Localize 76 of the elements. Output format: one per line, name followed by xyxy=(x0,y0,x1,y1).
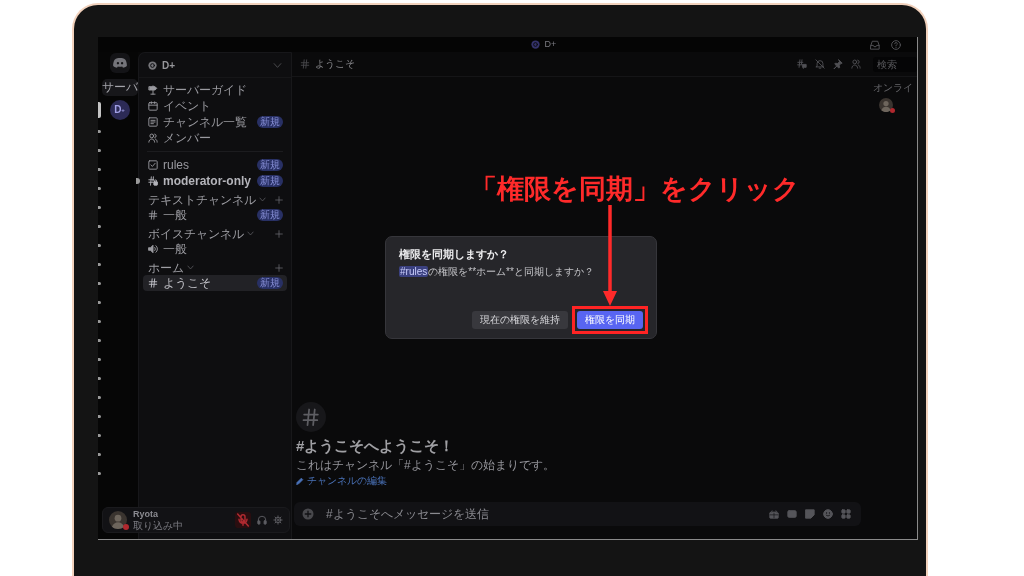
primary-button[interactable]: 権限を同期 xyxy=(577,311,643,329)
pin-icon[interactable] xyxy=(833,59,843,69)
hash-icon xyxy=(148,210,158,220)
selected-indicator xyxy=(98,102,101,118)
channel-item[interactable]: moderator-only 新規 xyxy=(143,173,287,189)
calendar-icon xyxy=(148,101,158,111)
category-header[interactable]: ボイスチャンネル xyxy=(148,226,275,241)
server-name[interactable]: D+ xyxy=(162,59,268,71)
locked-hash-icon xyxy=(148,176,158,186)
message-field[interactable]: #ようこそへメッセージを送信 xyxy=(294,502,861,526)
people-icon[interactable] xyxy=(851,59,861,69)
welcome-title: #ようこそへようこそ！ xyxy=(296,437,455,455)
dialog-message: #rulesの権限を**ホーム**と同期しますか？ xyxy=(399,265,594,279)
muted-bell-icon[interactable] xyxy=(815,59,825,69)
ring-icon xyxy=(148,60,157,70)
card-icon[interactable] xyxy=(787,509,797,519)
category-header[interactable]: ホーム xyxy=(148,260,275,275)
grid-icon[interactable] xyxy=(841,509,851,519)
user-name: Ryota xyxy=(133,508,159,520)
channel-item[interactable]: 一般 xyxy=(143,241,287,257)
user-avatar[interactable] xyxy=(109,511,127,529)
ring-icon xyxy=(530,40,540,49)
window-title: D+ xyxy=(544,39,557,50)
new-badge: 新規 xyxy=(257,116,283,128)
gift-icon[interactable] xyxy=(769,509,779,519)
new-badge: 新規 xyxy=(257,175,283,187)
new-badge: 新規 xyxy=(257,209,283,221)
add-icon[interactable] xyxy=(302,508,314,520)
muted-mic-icon[interactable] xyxy=(235,512,251,528)
controller-logo-icon[interactable] xyxy=(109,53,130,73)
list-icon xyxy=(148,117,158,127)
channel-title: ようこそ xyxy=(315,57,355,71)
headphones-icon[interactable] xyxy=(257,515,267,525)
chevron-icon[interactable] xyxy=(273,60,282,70)
secondary-button[interactable]: 現在の権限を維持 xyxy=(472,311,568,329)
new-badge: 新規 xyxy=(257,277,283,289)
sidebar-item[interactable]: メンバー xyxy=(143,130,287,146)
member-list-heading: オンライ xyxy=(873,82,913,94)
plus-icon[interactable] xyxy=(275,229,283,238)
sidebar-item[interactable]: サーバーガイド xyxy=(143,82,287,98)
checklist-icon xyxy=(148,160,158,170)
smiley-icon[interactable] xyxy=(823,509,833,519)
user-status: 取り込み中 xyxy=(133,519,184,532)
sticker-icon[interactable] xyxy=(805,509,815,519)
people-icon xyxy=(148,133,158,143)
dialog-title: 権限を同期しますか？ xyxy=(399,247,510,261)
new-badge: 新規 xyxy=(257,159,283,171)
chevron-icon xyxy=(187,264,194,271)
welcome-subtitle: これはチャンネル「#ようこそ」の始まりです。 xyxy=(296,458,555,472)
channel-mention[interactable]: #rules xyxy=(399,266,429,277)
category-header[interactable]: テキストチャンネル xyxy=(148,192,275,207)
help-icon[interactable] xyxy=(891,39,901,50)
plus-icon[interactable] xyxy=(275,195,283,204)
hash-icon xyxy=(300,59,310,69)
sidebar-item[interactable]: チャンネル一覧 新規 xyxy=(143,114,287,130)
inbox-icon[interactable] xyxy=(870,39,880,50)
pencil-icon xyxy=(296,476,304,485)
channel-item[interactable]: 一般 新規 xyxy=(143,207,287,223)
chevron-icon xyxy=(259,196,266,203)
chevron-icon xyxy=(247,230,254,237)
hash-badge-icon xyxy=(296,402,326,432)
search-field[interactable]: 検索 xyxy=(873,56,917,72)
annotation-text: 「権限を同期」をクリック xyxy=(470,173,800,205)
channel-item[interactable]: rules 新規 xyxy=(143,157,287,173)
edit-channel-link[interactable]: チャンネルの編集 xyxy=(296,474,387,487)
signpost-icon xyxy=(148,85,158,95)
channel-item[interactable]: ようこそ 新規 xyxy=(143,275,287,291)
member-avatar[interactable] xyxy=(879,98,893,112)
settings-icon[interactable] xyxy=(273,515,283,525)
sidebar-item[interactable]: イベント xyxy=(143,98,287,114)
server-folder[interactable]: サーバ xyxy=(101,79,138,96)
hash-icon xyxy=(148,278,158,288)
plus-icon[interactable] xyxy=(275,263,283,272)
speaker-icon xyxy=(148,244,158,254)
hash-speech-bubble-icon[interactable] xyxy=(797,59,807,69)
message-input[interactable]: #ようこそへメッセージを送信 xyxy=(322,505,761,523)
